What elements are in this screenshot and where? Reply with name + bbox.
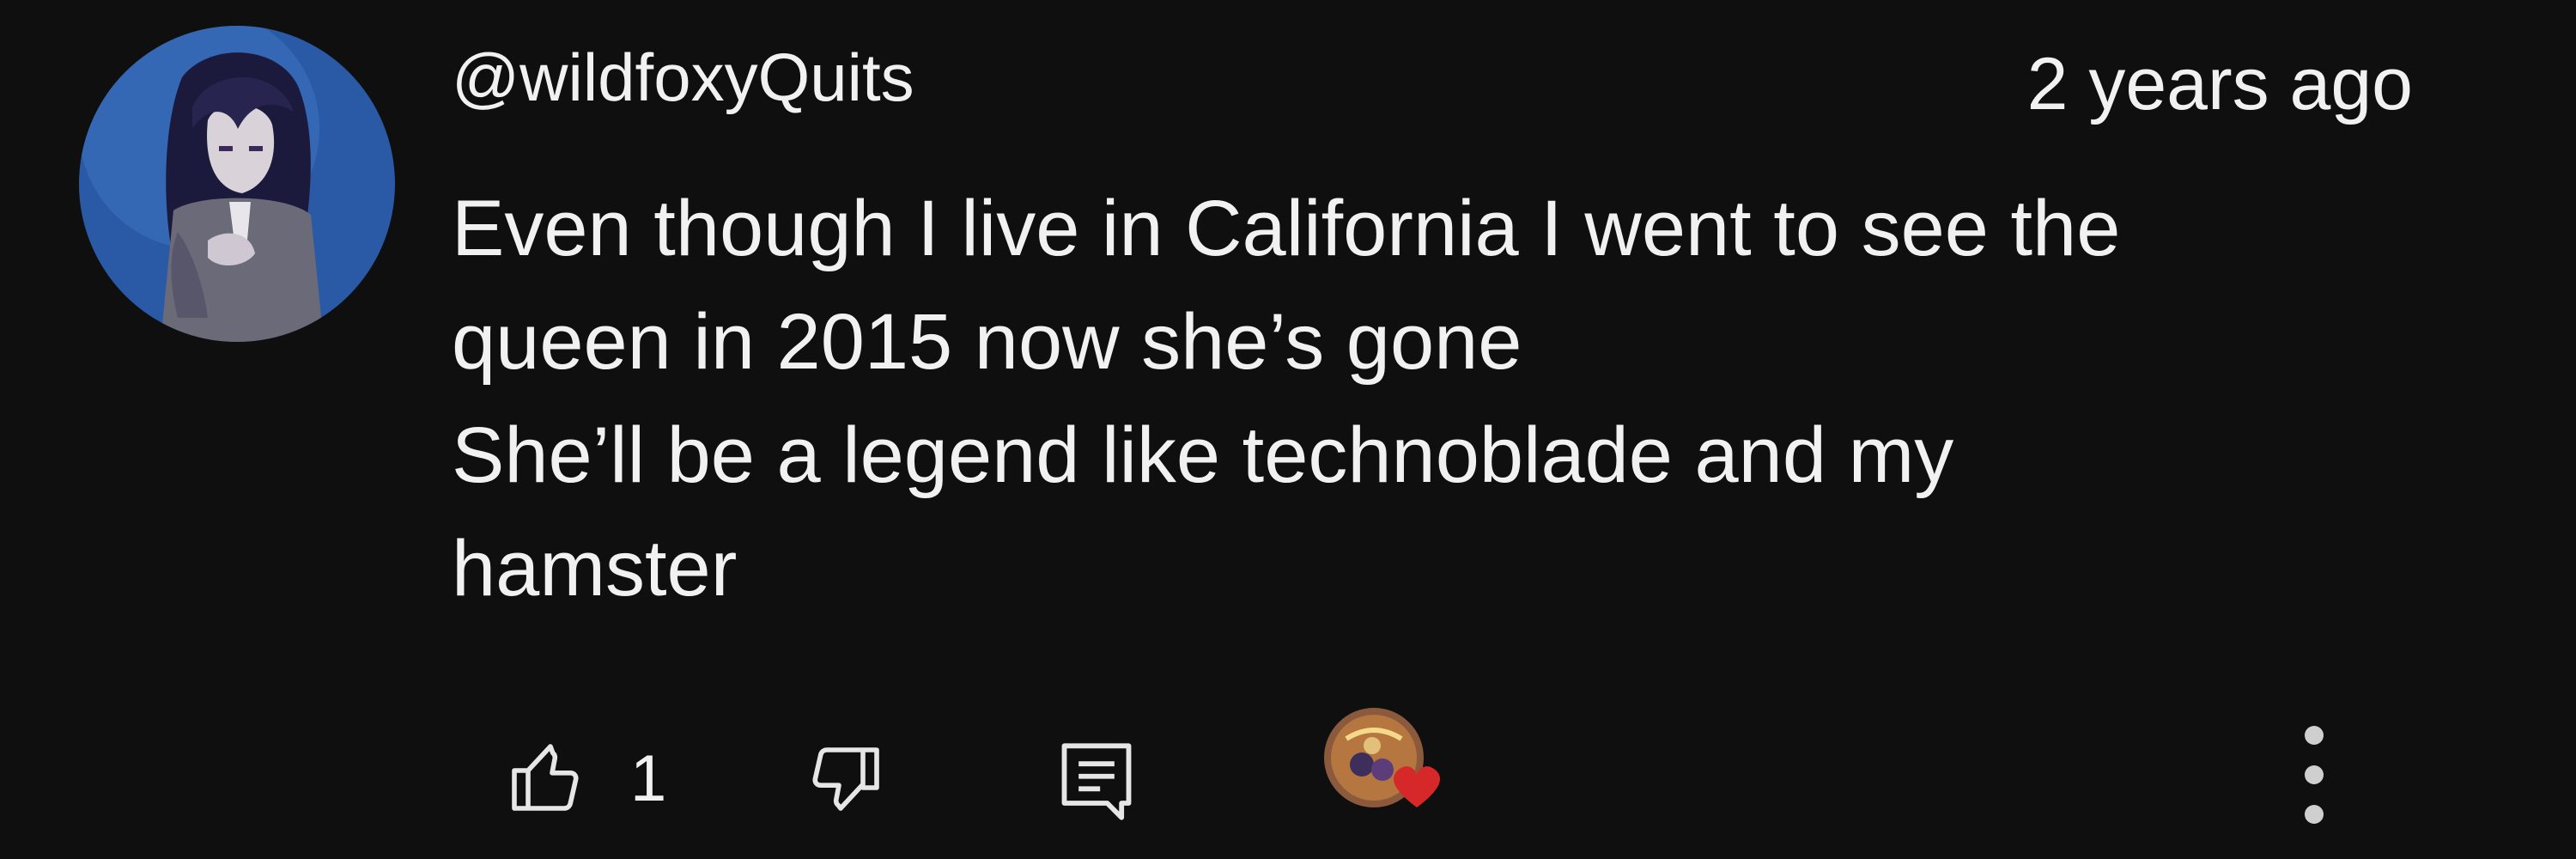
comment-body-line: She’ll be a legend like technoblade and … <box>452 411 1954 499</box>
more-vertical-icon <box>2305 726 2324 824</box>
thumbs-down-icon <box>812 747 879 811</box>
like-button[interactable] <box>498 730 592 825</box>
anime-character-avatar-image <box>79 26 395 342</box>
comment-action-bar: 1 <box>0 704 2576 842</box>
dislike-button[interactable] <box>799 734 893 828</box>
comment-body: Even though I live in California I went … <box>452 172 2427 625</box>
creator-heart-icon <box>1324 708 1441 807</box>
like-count: 1 <box>630 742 667 815</box>
creator-heart-badge <box>1321 704 1458 833</box>
thumbs-up-icon <box>512 744 579 811</box>
comment-card: @wildfoxyQuits 2 years ago Even though I… <box>0 0 2576 859</box>
comment-body-line: queen in 2015 now she’s gone <box>452 298 1522 386</box>
comment-author[interactable]: @wildfoxyQuits <box>452 36 914 119</box>
avatar[interactable] <box>79 26 395 342</box>
reply-button[interactable] <box>1049 730 1144 833</box>
comment-body-line: hamster <box>452 525 738 612</box>
comment-timestamp[interactable]: 2 years ago <box>2027 41 2413 127</box>
more-options-button[interactable] <box>2275 715 2353 835</box>
comment-body-line: Even though I live in California I went … <box>452 185 2121 272</box>
reply-comment-icon <box>1061 743 1132 820</box>
